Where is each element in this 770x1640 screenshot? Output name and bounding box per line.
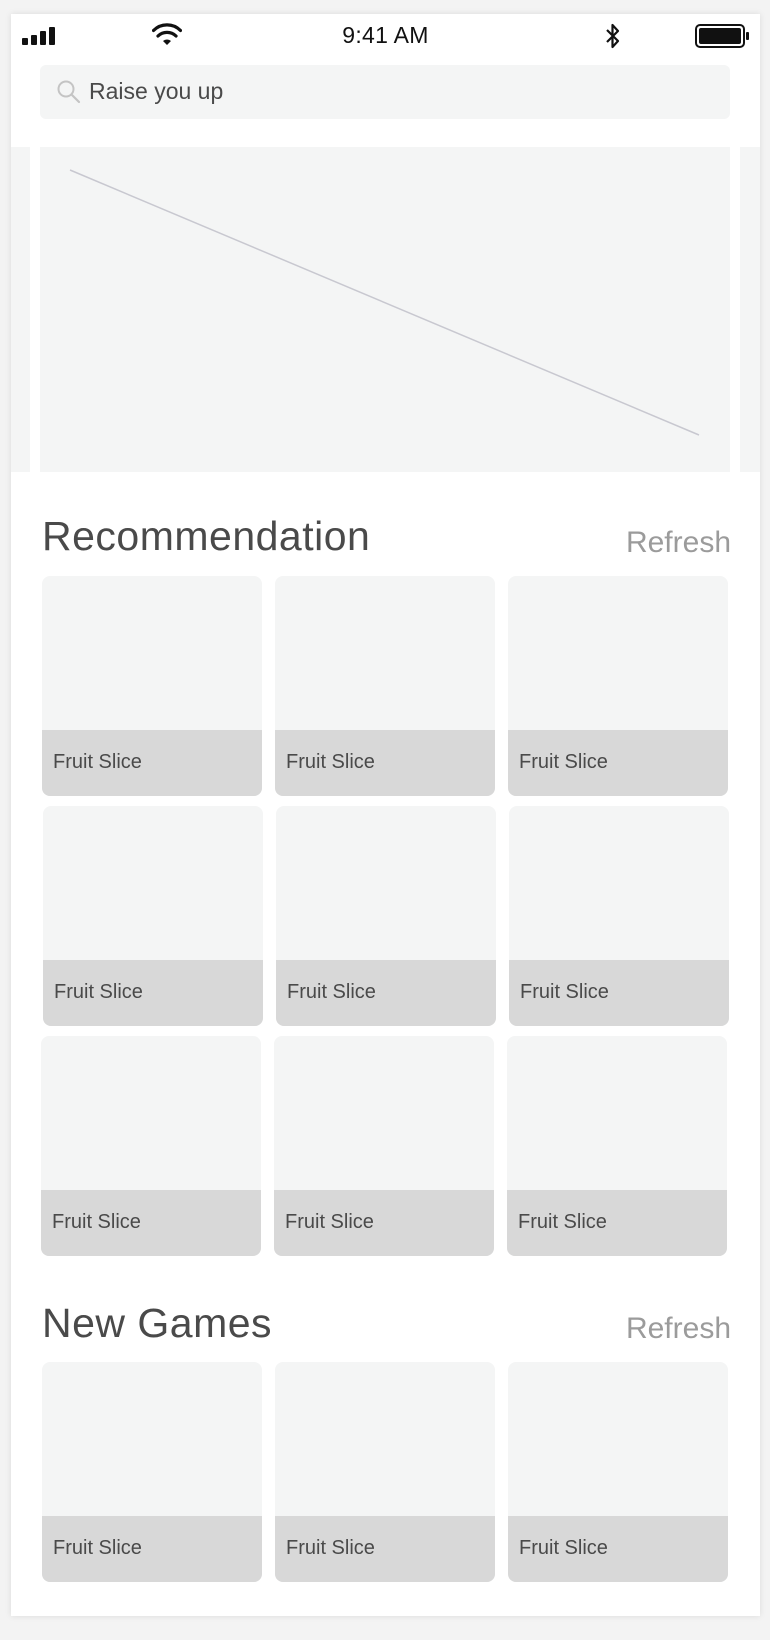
game-label-bar: Fruit Slice [276, 960, 496, 1026]
search-query-text: Raise you up [89, 78, 224, 104]
game-title: Fruit Slice [285, 1211, 374, 1233]
game-title: Fruit Slice [286, 1537, 375, 1559]
game-tile[interactable]: Fruit Slice [507, 1036, 727, 1256]
banner-image-placeholder[interactable] [40, 147, 730, 472]
game-title: Fruit Slice [518, 1211, 607, 1233]
game-label-bar: Fruit Slice [42, 1516, 262, 1582]
game-tile[interactable]: Fruit Slice [43, 806, 263, 1026]
game-tile[interactable]: Fruit Slice [508, 1362, 728, 1582]
game-label-bar: Fruit Slice [275, 730, 495, 796]
game-title: Fruit Slice [53, 751, 142, 773]
game-tile[interactable]: Fruit Slice [41, 1036, 261, 1256]
game-title: Fruit Slice [287, 981, 376, 1003]
game-label-bar: Fruit Slice [41, 1190, 261, 1256]
banner-previous-slide[interactable] [11, 147, 30, 472]
status-time: 9:41 AM [342, 22, 429, 48]
game-tile[interactable]: Fruit Slice [274, 1036, 494, 1256]
game-title: Fruit Slice [53, 1537, 142, 1559]
recommendation-refresh-button[interactable]: Refresh [626, 526, 731, 560]
game-tile[interactable]: Fruit Slice [42, 1362, 262, 1582]
game-title: Fruit Slice [519, 751, 608, 773]
recommendation-title: Recommendation [42, 513, 371, 559]
game-title: Fruit Slice [54, 981, 143, 1003]
game-tile[interactable]: Fruit Slice [508, 576, 728, 796]
bluetooth-icon [606, 23, 620, 49]
new-games-title: New Games [42, 1300, 273, 1346]
game-title: Fruit Slice [286, 751, 375, 773]
game-tile[interactable]: Fruit Slice [276, 806, 496, 1026]
game-label-bar: Fruit Slice [275, 1516, 495, 1582]
phone-screen: 9:41 AM Raise you up Recommendation Refr… [11, 14, 760, 1616]
game-label-bar: Fruit Slice [42, 730, 262, 796]
search-input[interactable]: Raise you up [40, 65, 730, 119]
game-label-bar: Fruit Slice [507, 1190, 727, 1256]
status-bar: 9:41 AM [11, 14, 760, 64]
game-title: Fruit Slice [52, 1211, 141, 1233]
game-tile[interactable]: Fruit Slice [42, 576, 262, 796]
game-label-bar: Fruit Slice [274, 1190, 494, 1256]
battery-icon [695, 24, 749, 48]
game-tile[interactable]: Fruit Slice [275, 576, 495, 796]
game-tile[interactable]: Fruit Slice [275, 1362, 495, 1582]
game-label-bar: Fruit Slice [508, 1516, 728, 1582]
placeholder-image-icon [69, 169, 700, 436]
new-games-refresh-button[interactable]: Refresh [626, 1312, 731, 1346]
game-label-bar: Fruit Slice [508, 730, 728, 796]
game-tile[interactable]: Fruit Slice [509, 806, 729, 1026]
game-label-bar: Fruit Slice [43, 960, 263, 1026]
game-title: Fruit Slice [520, 981, 609, 1003]
game-title: Fruit Slice [519, 1537, 608, 1559]
game-label-bar: Fruit Slice [509, 960, 729, 1026]
banner-next-slide[interactable] [740, 147, 760, 472]
search-icon [57, 80, 81, 104]
